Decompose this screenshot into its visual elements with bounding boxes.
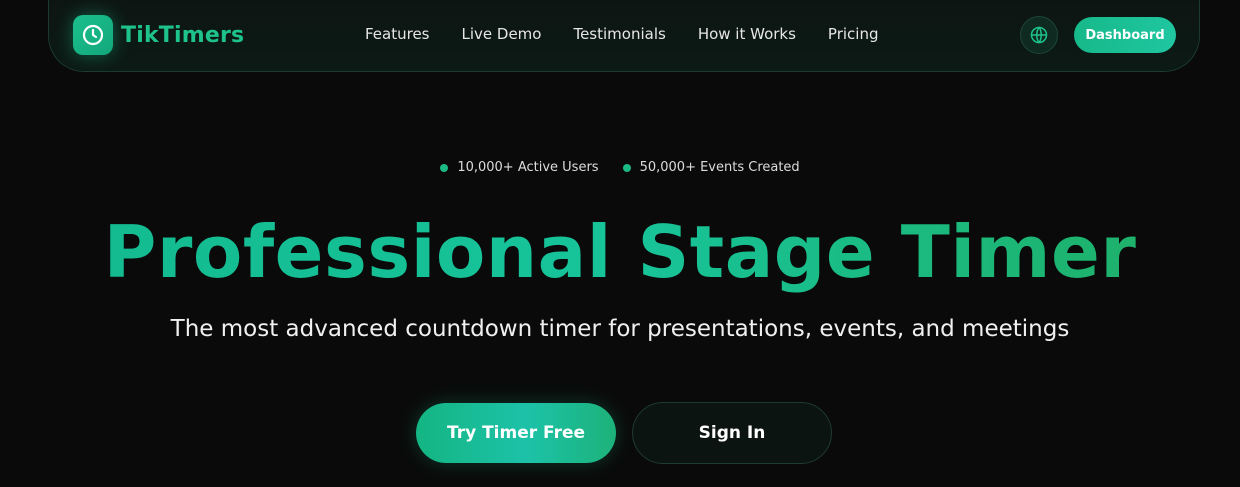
status-dot: [440, 163, 449, 172]
hero-subtitle: The most advanced countdown timer for pr…: [170, 316, 1070, 342]
dashboard-button[interactable]: Dashboard: [1074, 17, 1176, 53]
main-nav: Features Live Demo Testimonials How it W…: [365, 25, 878, 43]
nav-link-testimonials[interactable]: Testimonials: [573, 25, 665, 43]
clock-icon: [82, 24, 104, 46]
brand-name: TikTimers: [121, 22, 245, 48]
stat-active-users: 10,000+ Active Users: [440, 160, 599, 175]
top-navbar: TikTimers Features Live Demo Testimonial…: [48, 0, 1200, 72]
hero-title: Professional Stage Timer: [0, 208, 1240, 296]
sign-in-button[interactable]: Sign In: [632, 402, 832, 464]
nav-link-live-demo[interactable]: Live Demo: [462, 25, 542, 43]
brand[interactable]: TikTimers: [73, 15, 244, 55]
nav-link-features[interactable]: Features: [365, 25, 430, 43]
landing-page: TikTimers Features Live Demo Testimonial…: [0, 0, 1240, 487]
logo: [73, 15, 113, 55]
stats-row: 10,000+ Active Users 50,000+ Events Crea…: [0, 160, 1240, 175]
stat-label: 10,000+ Active Users: [457, 160, 599, 175]
language-button[interactable]: [1020, 16, 1058, 54]
try-timer-free-button[interactable]: Try Timer Free: [416, 403, 616, 463]
nav-link-how-it-works[interactable]: How it Works: [698, 25, 796, 43]
globe-icon: [1030, 26, 1048, 44]
status-dot: [622, 163, 631, 172]
stat-events-created: 50,000+ Events Created: [622, 160, 800, 175]
stat-label: 50,000+ Events Created: [639, 160, 800, 175]
nav-link-pricing[interactable]: Pricing: [828, 25, 879, 43]
